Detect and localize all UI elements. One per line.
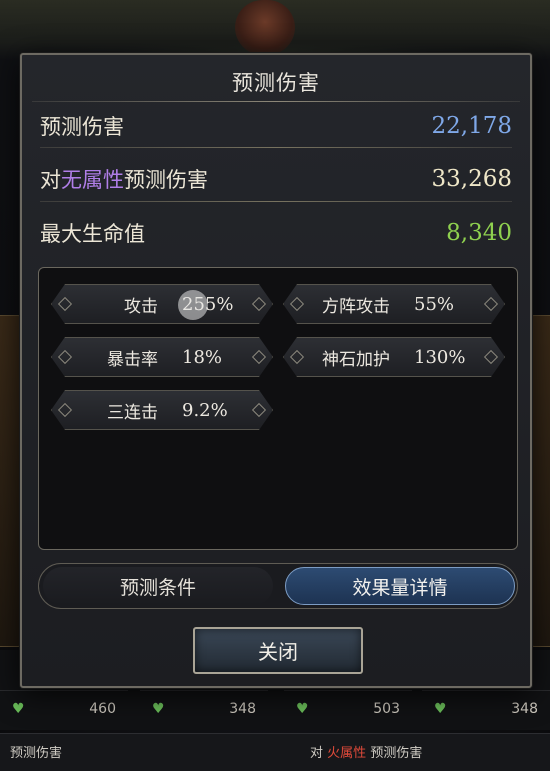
max-hp-row: 最大生命值 8,340: [40, 214, 512, 252]
effect-triple-strike: 三连击 9.2%: [51, 390, 273, 430]
game-screen: ♥ 460 ♥ 348 ♥ 503 ♥ 348 预测伤害 对 火属性 预测伤害 …: [0, 0, 550, 771]
right-card-edge: [530, 315, 550, 647]
background-stat: ♥ 460: [0, 690, 128, 726]
tab-prediction-conditions[interactable]: 预测条件: [43, 567, 273, 605]
neutral-damage-label: 对无属性预测伤害: [40, 168, 208, 192]
close-button[interactable]: 关闭: [193, 627, 363, 674]
effect-formation-attack: 方阵攻击 55%: [283, 284, 505, 324]
touch-indicator: [178, 290, 208, 320]
row-divider: [40, 201, 512, 202]
background-damage-label: 预测伤害: [10, 746, 63, 761]
max-hp-value: 8,340: [446, 220, 512, 246]
left-card-edge: [0, 315, 22, 647]
effects-panel: 攻击 255% 方阵攻击 55% 暴击率 18% 神石加护 130% 三连击 9…: [38, 267, 518, 550]
damage-prediction-dialog: 预测伤害 预测伤害 22,178 对无属性预测伤害 33,268 最大生命值 8…: [20, 53, 532, 688]
predicted-damage-value: 22,178: [431, 113, 512, 139]
character-sprite: [235, 0, 295, 55]
effect-divine-stone-blessing: 神石加护 130%: [283, 337, 505, 377]
effect-attack: 攻击 255%: [51, 284, 273, 324]
max-hp-label: 最大生命值: [40, 222, 145, 246]
row-divider: [40, 147, 512, 148]
heart-icon: ♥: [296, 700, 309, 717]
tab-effect-details[interactable]: 效果量详情: [285, 567, 515, 605]
heart-icon: ♥: [434, 700, 447, 717]
heart-icon: ♥: [12, 700, 25, 717]
predicted-damage-label: 预测伤害: [40, 115, 124, 139]
effect-crit-rate: 暴击率 18%: [51, 337, 273, 377]
title-divider: [32, 101, 520, 102]
background-stat: ♥ 348: [140, 690, 268, 726]
background-fire-damage-label: 对 火属性 预测伤害: [310, 746, 423, 761]
heart-icon: ♥: [152, 700, 165, 717]
background-stat: ♥ 503: [284, 690, 412, 726]
background-stat: ♥ 348: [422, 690, 550, 726]
neutral-damage-value: 33,268: [431, 166, 512, 192]
dialog-tabs: 预测条件 效果量详情: [38, 563, 518, 609]
dialog-title: 预测伤害: [232, 71, 320, 95]
predicted-damage-row: 预测伤害 22,178: [40, 107, 512, 145]
neutral-damage-row: 对无属性预测伤害 33,268: [40, 160, 512, 198]
background-bottom-bar: 预测伤害 对 火属性 预测伤害: [0, 733, 550, 771]
